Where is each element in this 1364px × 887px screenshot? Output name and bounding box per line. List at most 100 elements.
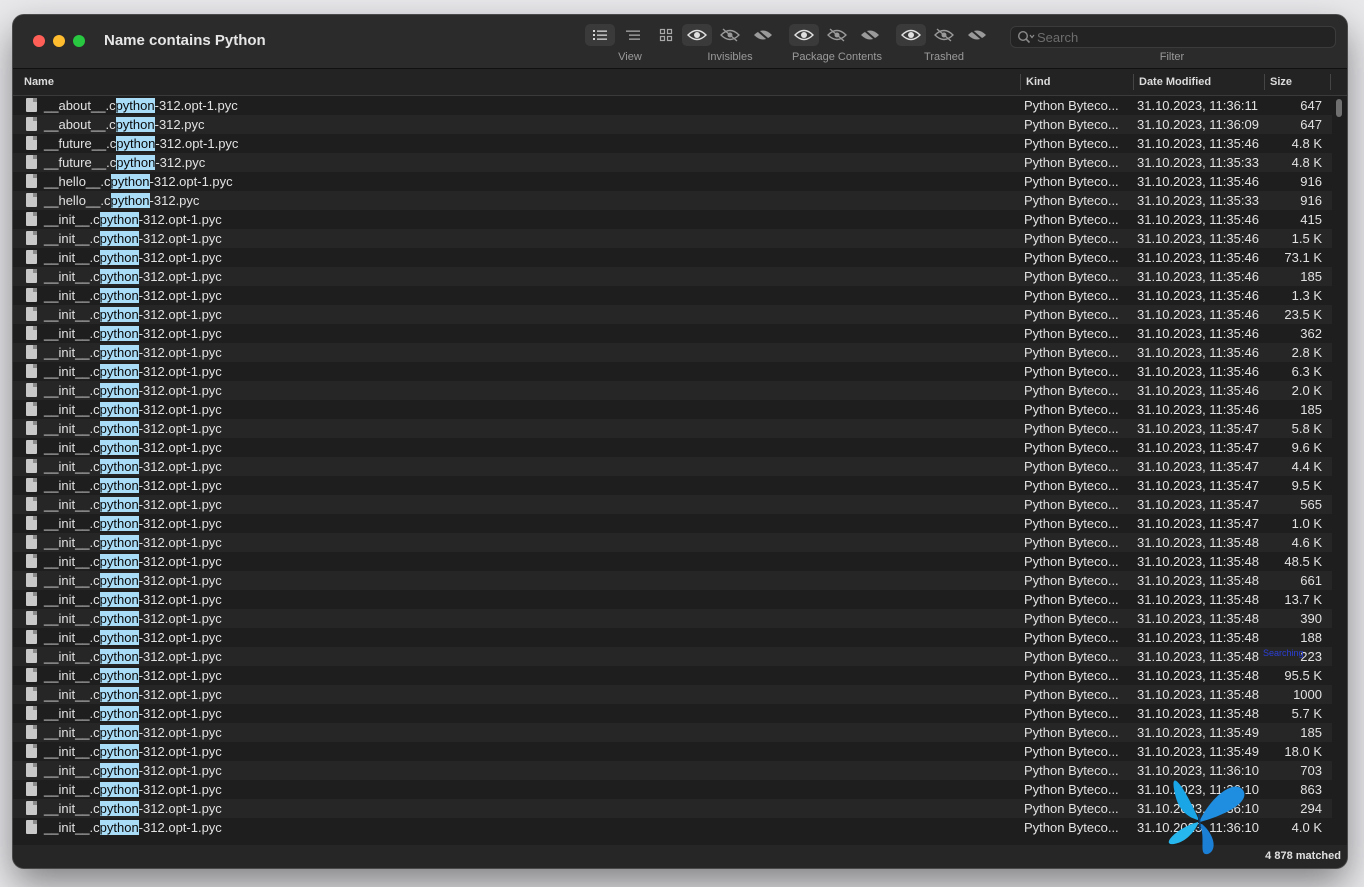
file-name-suffix: -312.opt-1.pyc: [138, 212, 222, 227]
table-row[interactable]: __future__.cpython-312.pyc Python Byteco.…: [13, 153, 1332, 172]
table-row[interactable]: __init__.cpython-312.opt-1.pyc Python Byt…: [13, 343, 1332, 362]
only-package-contents-button[interactable]: [855, 24, 885, 46]
table-row[interactable]: __about__.cpython-312.pyc Python Byteco..…: [13, 115, 1332, 134]
hide-package-contents-button[interactable]: [822, 24, 852, 46]
search-match-highlight: python: [99, 573, 139, 588]
file-name-prefix: __init__.c: [44, 326, 100, 341]
show-package-contents-button[interactable]: [789, 24, 819, 46]
only-invisibles-button[interactable]: [748, 24, 778, 46]
file-name-prefix: __init__.c: [44, 782, 100, 797]
column-header-name[interactable]: Name: [24, 69, 54, 95]
table-row[interactable]: __init__.cpython-312.opt-1.pyc Python Byt…: [13, 286, 1332, 305]
search-match-highlight: python: [99, 497, 139, 512]
pyc-file-icon: [26, 687, 37, 701]
search-match-highlight: python: [116, 136, 156, 151]
file-name-suffix: -312.opt-1.pyc: [138, 459, 222, 474]
only-trashed-button[interactable]: [962, 24, 992, 46]
zoom-window-button[interactable]: [73, 35, 85, 47]
table-row[interactable]: __future__.cpython-312.opt-1.pyc Python B…: [13, 134, 1332, 153]
table-row[interactable]: __init__.cpython-312.opt-1.pyc Python Byt…: [13, 362, 1332, 381]
outline-view-button[interactable]: [618, 24, 648, 46]
column-header-size[interactable]: Size: [1270, 69, 1292, 95]
table-row[interactable]: __init__.cpython-312.opt-1.pyc Python Byt…: [13, 229, 1332, 248]
column-divider[interactable]: [1020, 74, 1021, 90]
hide-invisibles-button[interactable]: [715, 24, 745, 46]
column-header-kind[interactable]: Kind: [1026, 69, 1050, 95]
file-kind: Python Byteco...: [1024, 763, 1119, 778]
vertical-scrollbar[interactable]: [1332, 96, 1347, 848]
table-row[interactable]: __init__.cpython-312.opt-1.pyc Python Byt…: [13, 609, 1332, 628]
file-name: __init__.cpython-312.opt-1.pyc: [44, 685, 222, 704]
table-row[interactable]: __init__.cpython-312.opt-1.pyc Python Byt…: [13, 267, 1332, 286]
table-row[interactable]: __init__.cpython-312.opt-1.pyc Python Byt…: [13, 571, 1332, 590]
eye-slash-filled-icon: [968, 28, 986, 42]
scrollbar-thumb[interactable]: [1336, 99, 1342, 117]
show-invisibles-button[interactable]: [682, 24, 712, 46]
file-name-prefix: __init__.c: [44, 250, 100, 265]
table-row[interactable]: __init__.cpython-312.opt-1.pyc Python Byt…: [13, 628, 1332, 647]
file-name-prefix: __future__.c: [44, 155, 117, 170]
column-divider[interactable]: [1133, 74, 1134, 90]
minimize-window-button[interactable]: [53, 35, 65, 47]
file-name-prefix: __init__.c: [44, 820, 100, 835]
table-row[interactable]: __init__.cpython-312.opt-1.pyc Python Byt…: [13, 799, 1332, 818]
table-row[interactable]: __init__.cpython-312.opt-1.pyc Python Byt…: [13, 666, 1332, 685]
table-row[interactable]: __init__.cpython-312.opt-1.pyc Python Byt…: [13, 457, 1332, 476]
file-size: 2.0 K: [1291, 383, 1322, 398]
results-list[interactable]: __about__.cpython-312.opt-1.pyc Python By…: [13, 96, 1332, 848]
table-row[interactable]: __init__.cpython-312.opt-1.pyc Python Byt…: [13, 761, 1332, 780]
table-row[interactable]: __init__.cpython-312.opt-1.pyc Python Byt…: [13, 400, 1332, 419]
close-window-button[interactable]: [33, 35, 45, 47]
search-match-highlight: python: [116, 155, 156, 170]
table-row[interactable]: __init__.cpython-312.opt-1.pyc Python Byt…: [13, 514, 1332, 533]
table-row[interactable]: __init__.cpython-312.opt-1.pyc Python Byt…: [13, 685, 1332, 704]
table-row[interactable]: __init__.cpython-312.opt-1.pyc Python Byt…: [13, 495, 1332, 514]
search-match-highlight: python: [99, 364, 139, 379]
table-row[interactable]: __init__.cpython-312.opt-1.pyc Python Byt…: [13, 552, 1332, 571]
grid-view-button[interactable]: [651, 24, 681, 46]
column-divider[interactable]: [1264, 74, 1265, 90]
table-row[interactable]: __init__.cpython-312.opt-1.pyc Python Byt…: [13, 305, 1332, 324]
pyc-file-icon: [26, 763, 37, 777]
pyc-file-icon: [26, 592, 37, 606]
search-match-highlight: python: [99, 269, 139, 284]
table-row[interactable]: __init__.cpython-312.opt-1.pyc Python Byt…: [13, 780, 1332, 799]
column-divider[interactable]: [1330, 74, 1331, 90]
file-name-prefix: __init__.c: [44, 478, 100, 493]
file-size: 647: [1300, 117, 1322, 132]
table-row[interactable]: __about__.cpython-312.opt-1.pyc Python By…: [13, 96, 1332, 115]
list-view-button[interactable]: [585, 24, 615, 46]
table-row[interactable]: __init__.cpython-312.opt-1.pyc Python Byt…: [13, 381, 1332, 400]
table-row[interactable]: __hello__.cpython-312.pyc Python Byteco..…: [13, 191, 1332, 210]
column-header-date-modified[interactable]: Date Modified: [1139, 69, 1211, 95]
table-row[interactable]: __init__.cpython-312.opt-1.pyc Python Byt…: [13, 647, 1332, 666]
file-date-modified: 31.10.2023, 11:36:11: [1137, 98, 1258, 113]
file-name: __init__.cpython-312.opt-1.pyc: [44, 590, 222, 609]
table-row[interactable]: __init__.cpython-312.opt-1.pyc Python Byt…: [13, 324, 1332, 343]
search-match-highlight: python: [99, 402, 139, 417]
pyc-file-icon: [26, 459, 37, 473]
pyc-file-icon: [26, 117, 37, 131]
pyc-file-icon: [26, 402, 37, 416]
table-row[interactable]: __init__.cpython-312.opt-1.pyc Python Byt…: [13, 248, 1332, 267]
pyc-file-icon: [26, 478, 37, 492]
search-match-highlight: python: [99, 630, 139, 645]
table-row[interactable]: __init__.cpython-312.opt-1.pyc Python Byt…: [13, 210, 1332, 229]
table-row[interactable]: __init__.cpython-312.opt-1.pyc Python Byt…: [13, 704, 1332, 723]
table-row[interactable]: __init__.cpython-312.opt-1.pyc Python Byt…: [13, 533, 1332, 552]
status-bar: 4 878 matched: [13, 845, 1347, 868]
table-row[interactable]: __init__.cpython-312.opt-1.pyc Python Byt…: [13, 419, 1332, 438]
table-row[interactable]: __init__.cpython-312.opt-1.pyc Python Byt…: [13, 590, 1332, 609]
show-trashed-button[interactable]: [896, 24, 926, 46]
file-size: 647: [1300, 98, 1322, 113]
table-row[interactable]: __init__.cpython-312.opt-1.pyc Python Byt…: [13, 818, 1332, 837]
table-row[interactable]: __init__.cpython-312.opt-1.pyc Python Byt…: [13, 742, 1332, 761]
file-kind: Python Byteco...: [1024, 212, 1119, 227]
table-row[interactable]: __init__.cpython-312.opt-1.pyc Python Byt…: [13, 438, 1332, 457]
file-name-prefix: __init__.c: [44, 421, 100, 436]
table-row[interactable]: __init__.cpython-312.opt-1.pyc Python Byt…: [13, 476, 1332, 495]
search-input[interactable]: [1037, 28, 1327, 46]
table-row[interactable]: __init__.cpython-312.opt-1.pyc Python Byt…: [13, 723, 1332, 742]
hide-trashed-button[interactable]: [929, 24, 959, 46]
table-row[interactable]: __hello__.cpython-312.opt-1.pyc Python By…: [13, 172, 1332, 191]
